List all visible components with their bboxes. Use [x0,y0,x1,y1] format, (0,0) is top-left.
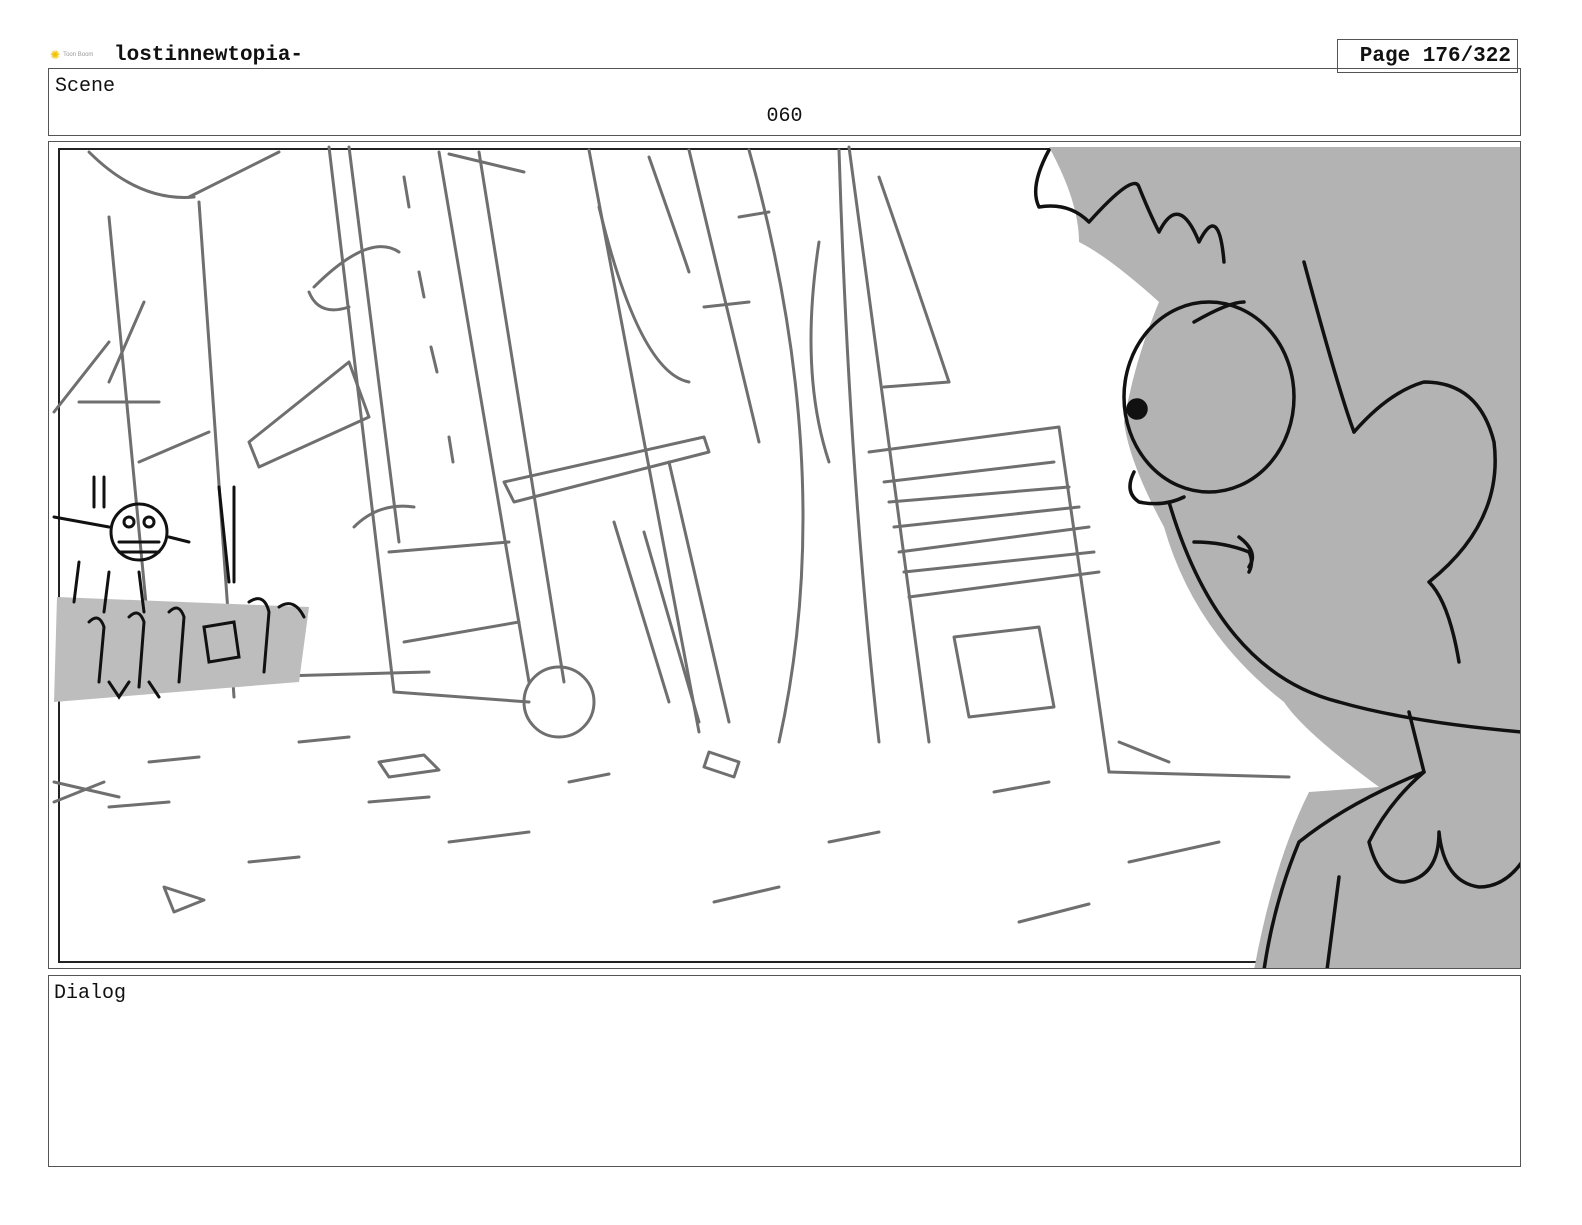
page-number: Page 176/322 [1359,45,1511,68]
panel-drawing [52,145,1520,968]
logo-text: Toon Boom [63,52,94,58]
scene-field: Scene 060 [48,68,1521,136]
storyboard-panel [48,141,1521,969]
dialog-field: Dialog [48,975,1521,1167]
toon-boom-logo: ✺ Toon Boom [50,48,100,62]
scene-label: Scene [55,75,116,98]
project-title: lostinnewtopia- [114,44,304,67]
scene-number: 060 [766,105,803,128]
dialog-label: Dialog [54,982,127,1005]
sun-icon: ✺ [50,48,61,62]
